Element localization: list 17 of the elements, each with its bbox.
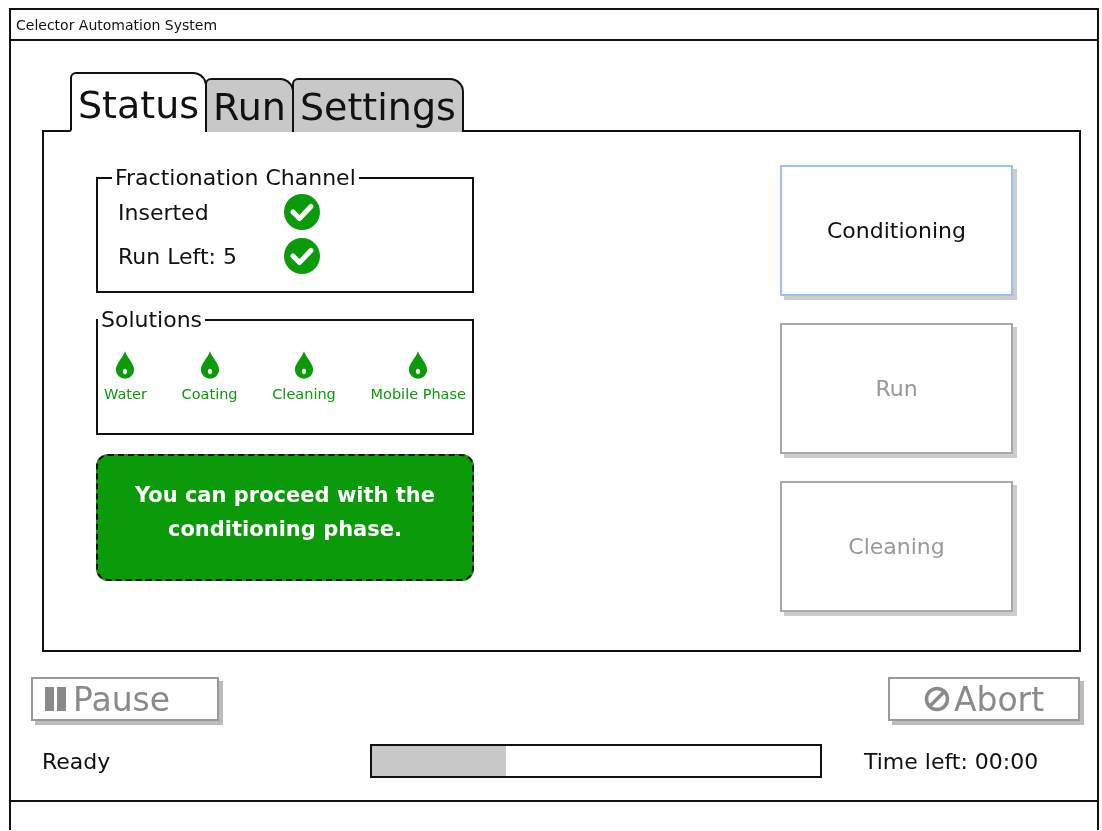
group-label: Solutions bbox=[100, 307, 204, 332]
solution-label: Water bbox=[104, 386, 147, 402]
solution-label: Cleaning bbox=[272, 386, 336, 402]
solution-label: Mobile Phase bbox=[370, 386, 466, 402]
status-label: Run Left: 5 bbox=[118, 243, 238, 269]
window-title: Celector Automation System bbox=[16, 16, 218, 33]
message-banner: You can proceed with the conditioning phase. bbox=[96, 454, 474, 581]
tab[interactable]: Run bbox=[205, 78, 294, 132]
tab[interactable]: Settings bbox=[291, 78, 464, 132]
group-label: Fractionation Channel bbox=[114, 165, 357, 190]
status-label: Inserted bbox=[118, 199, 210, 225]
solution-label: Coating bbox=[181, 386, 238, 402]
cancel-icon bbox=[923, 686, 950, 712]
time-left-text: Time left: 00:00 bbox=[864, 748, 1039, 774]
status-text: Ready bbox=[42, 748, 112, 774]
tab[interactable]: Status bbox=[70, 72, 208, 132]
pause-icon bbox=[43, 686, 69, 712]
